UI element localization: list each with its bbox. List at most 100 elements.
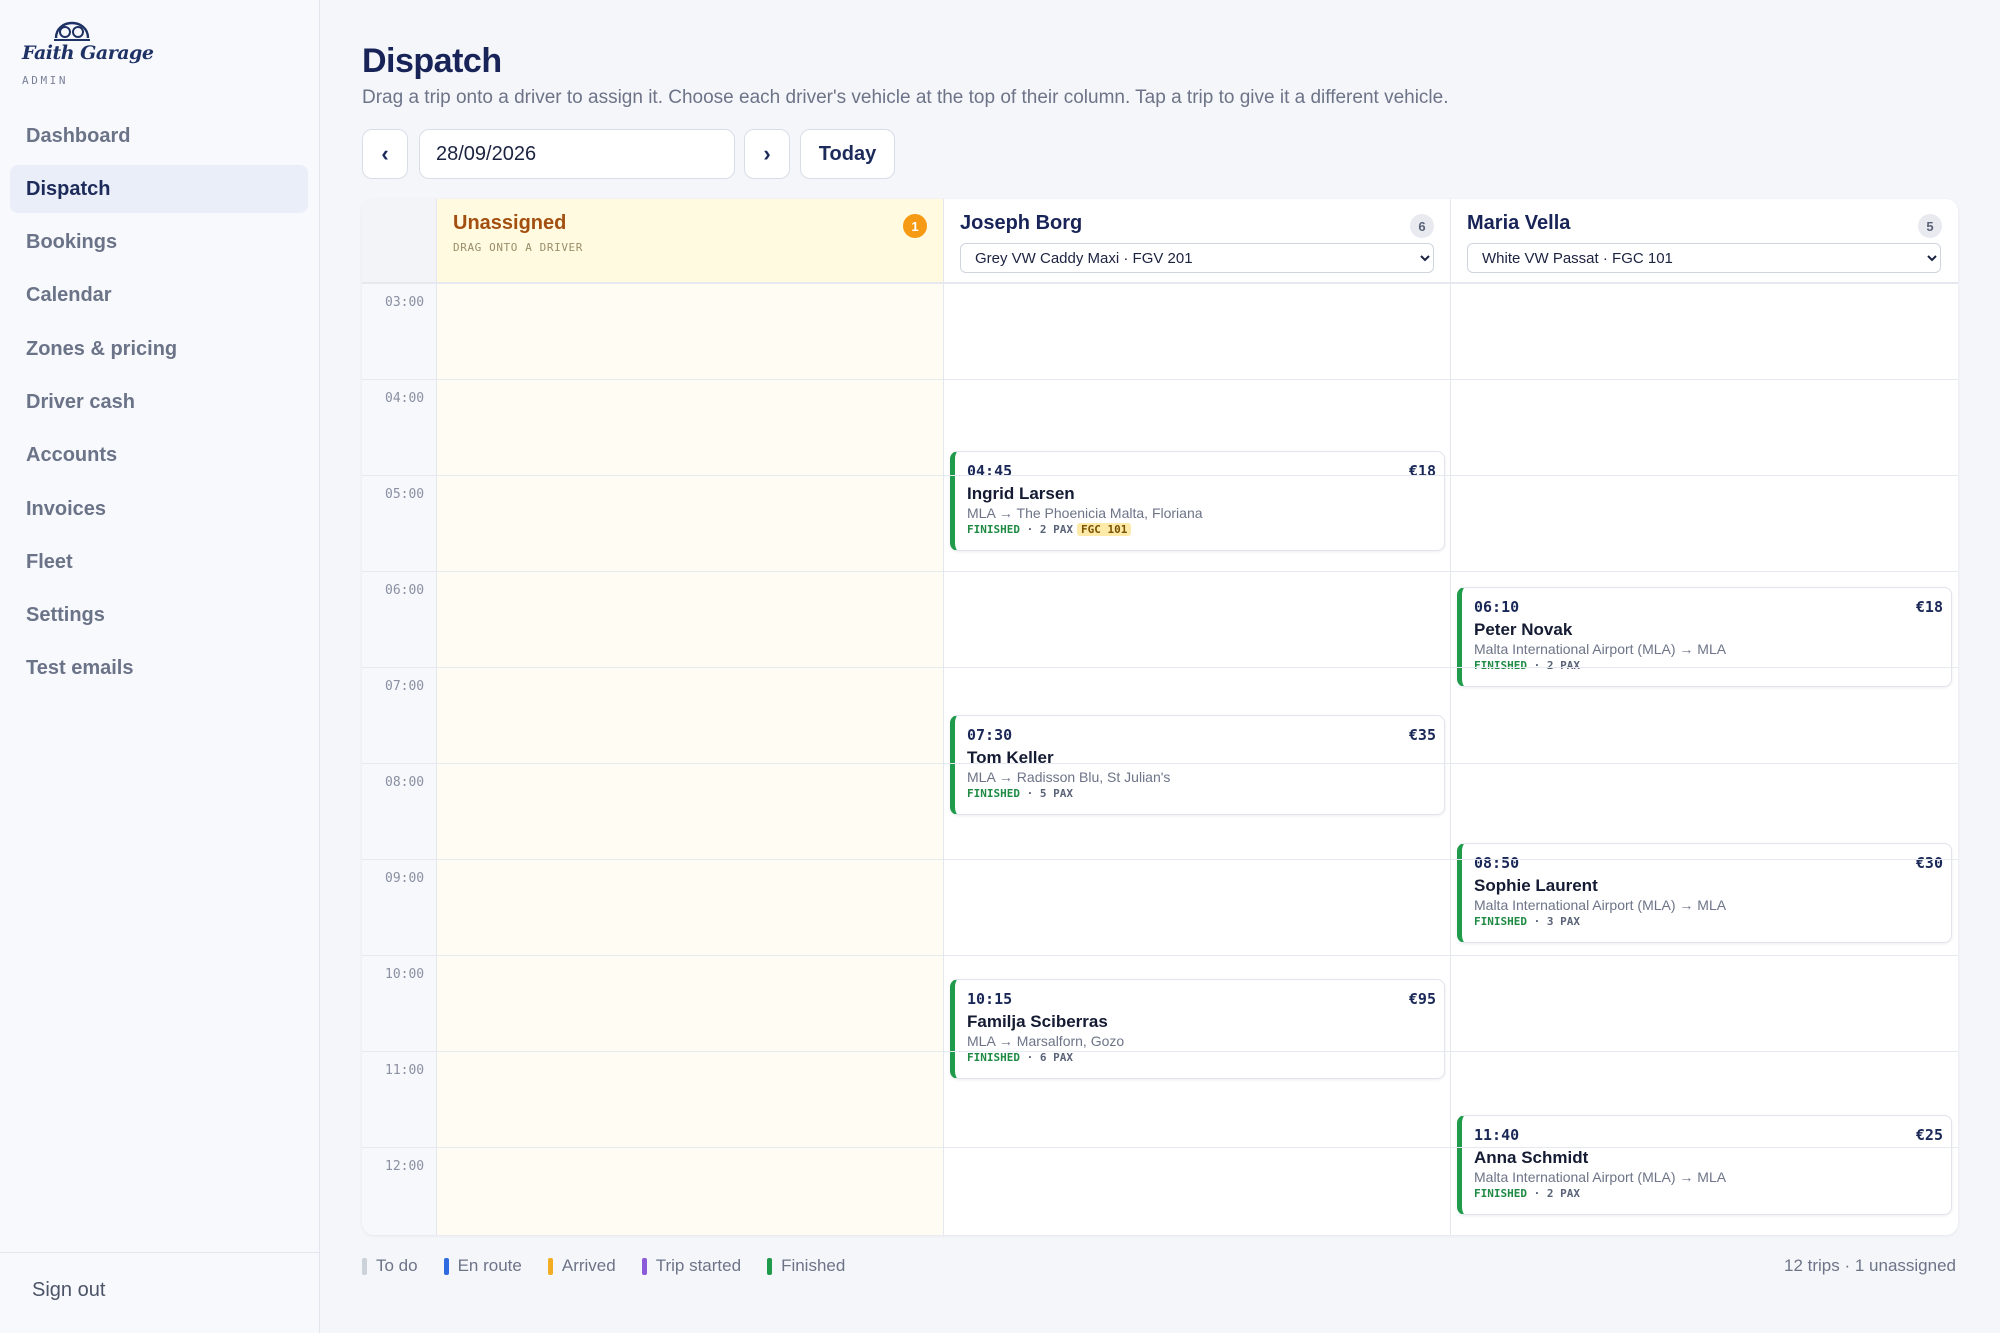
trip-pax: 5 PAX xyxy=(1039,787,1073,800)
hour-label: 03:00 xyxy=(385,295,425,310)
hour-gridline xyxy=(437,859,943,860)
dispatch-board: 03:00 04:00 05:00 06:00 07:00 08:00 09:0… xyxy=(362,199,1958,1235)
trip-card[interactable]: 04:45 €18 Ingrid Larsen MLA → The Phoeni… xyxy=(950,451,1445,551)
hour-gridline xyxy=(362,475,436,476)
hour-label: 06:00 xyxy=(385,583,425,598)
trip-count-badge: 1 xyxy=(903,214,927,238)
hour-gridline xyxy=(1451,283,1958,284)
hour-gridline xyxy=(437,1051,943,1052)
trip-price: €30 xyxy=(1915,854,1943,872)
column-hint: DRAG ONTO A DRIVER xyxy=(453,241,584,254)
sidebar-item-settings[interactable]: Settings xyxy=(10,592,308,640)
vehicle-select[interactable]: White VW Passat · FGC 101 xyxy=(1467,243,1941,273)
hour-gridline xyxy=(362,667,436,668)
date-input[interactable] xyxy=(419,129,735,179)
trip-card[interactable]: 06:10 €18 Peter Novak Malta Internationa… xyxy=(1457,587,1952,687)
status-legend: To do En route Arrived Trip started Fini… xyxy=(362,1256,871,1276)
hour-label: 05:00 xyxy=(385,487,425,502)
legend-label: Trip started xyxy=(655,1256,742,1275)
trip-count-badge: 5 xyxy=(1918,214,1942,238)
hour-gridline xyxy=(1451,475,1958,476)
next-day-button[interactable]: › xyxy=(744,129,790,179)
previous-day-button[interactable]: ‹ xyxy=(362,129,408,179)
trip-meta: FINISHED · 6 PAX xyxy=(967,1051,1073,1064)
sidebar-item-zones-pricing[interactable]: Zones & pricing xyxy=(10,325,308,373)
brand-sub: ADMIN xyxy=(22,74,69,87)
legend-label: Finished xyxy=(781,1256,846,1275)
hour-gridline xyxy=(1451,955,1958,956)
legend-item-to-do: To do xyxy=(362,1256,418,1276)
trip-price: €95 xyxy=(1408,990,1436,1008)
hour-gridline xyxy=(362,1147,436,1148)
sidebar-item-accounts[interactable]: Accounts xyxy=(10,432,308,480)
brand-logo[interactable]: Faith Garage ADMIN xyxy=(20,18,154,90)
trip-time: 08:50 xyxy=(1474,854,1520,872)
hour-gridline xyxy=(362,763,436,764)
sidebar-item-driver-cash[interactable]: Driver cash xyxy=(10,378,308,426)
sidebar-item-dispatch[interactable]: Dispatch xyxy=(10,165,308,214)
hour-gridline xyxy=(362,955,436,956)
sidebar-item-invoices[interactable]: Invoices xyxy=(10,485,308,533)
driver-name: Maria Vella xyxy=(1467,212,1571,234)
sidebar-item-bookings[interactable]: Bookings xyxy=(10,219,308,267)
trip-pax: 2 PAX xyxy=(1546,1187,1580,1200)
hour-gridline xyxy=(944,379,1450,380)
today-button[interactable]: Today xyxy=(800,129,895,179)
hour-label: 12:00 xyxy=(385,1159,425,1174)
trip-pax: 2 PAX xyxy=(1039,523,1073,536)
trip-card[interactable]: 08:50 €30 Sophie Laurent Malta Internati… xyxy=(1457,843,1952,943)
column-unassigned[interactable]: Unassigned DRAG ONTO A DRIVER 1 xyxy=(437,199,944,1235)
hour-gridline xyxy=(1451,1147,1958,1148)
hour-gridline xyxy=(1451,379,1958,380)
trip-route: Malta International Airport (MLA) → MLA xyxy=(1474,641,1727,657)
trip-card[interactable]: 07:30 €35 Tom Keller MLA → Radisson Blu,… xyxy=(950,715,1445,815)
trip-status: FINISHED xyxy=(1474,1187,1527,1200)
trip-count-badge: 6 xyxy=(1410,214,1434,238)
hour-gridline xyxy=(362,571,436,572)
legend-swatch xyxy=(641,1257,647,1275)
trip-meta: FINISHED · 2 PAX xyxy=(1474,1187,1580,1200)
column-driver-maria-vella[interactable]: Maria Vella 5 White VW Passat · FGC 101 … xyxy=(1451,199,1958,1235)
trip-price: €25 xyxy=(1915,1126,1943,1144)
column-driver-joseph-borg[interactable]: Joseph Borg 6 Grey VW Caddy Maxi · FGV 2… xyxy=(944,199,1451,1235)
trip-time: 10:15 xyxy=(967,990,1013,1008)
column-title: Unassigned xyxy=(453,212,567,234)
page-title: Dispatch xyxy=(362,42,502,80)
sign-out-link[interactable]: Sign out xyxy=(32,1279,105,1302)
legend-item-trip-started: Trip started xyxy=(641,1256,742,1276)
hour-gridline xyxy=(944,475,1450,476)
trip-status: FINISHED xyxy=(967,523,1020,536)
trip-card[interactable]: 11:40 €25 Anna Schmidt Malta Internation… xyxy=(1457,1115,1952,1215)
trip-customer: Peter Novak xyxy=(1474,620,1573,639)
hour-gridline xyxy=(437,763,943,764)
hour-gridline xyxy=(437,571,943,572)
trip-card[interactable]: 10:15 €95 Familja Sciberras MLA → Marsal… xyxy=(950,979,1445,1079)
sidebar-item-calendar[interactable]: Calendar xyxy=(10,272,308,320)
trip-meta: FINISHED · 2 PAX FGC 101 xyxy=(967,523,1132,536)
column-header-maria-vella: Maria Vella 5 White VW Passat · FGC 101 xyxy=(1451,199,1958,283)
vehicle-select[interactable]: Grey VW Caddy Maxi · FGV 201 xyxy=(960,243,1434,273)
hour-gridline xyxy=(437,379,943,380)
trip-meta: FINISHED · 5 PAX xyxy=(967,787,1073,800)
sidebar-item-fleet[interactable]: Fleet xyxy=(10,538,308,586)
legend-swatch xyxy=(767,1257,773,1275)
trip-meta: FINISHED · 3 PAX xyxy=(1474,915,1580,928)
sidebar-item-test-emails[interactable]: Test emails xyxy=(10,645,308,693)
hour-gridline xyxy=(362,859,436,860)
hour-gridline xyxy=(362,1051,436,1052)
hour-gridline xyxy=(1451,763,1958,764)
hour-gridline xyxy=(944,1051,1450,1052)
legend-label: To do xyxy=(376,1256,418,1275)
page-subtitle: Drag a trip onto a driver to assign it. … xyxy=(362,87,1449,108)
hour-gridline xyxy=(1451,667,1958,668)
trip-pax: 6 PAX xyxy=(1039,1051,1073,1064)
hour-gridline xyxy=(1451,859,1958,860)
hour-gridline xyxy=(944,283,1450,284)
hour-gridline xyxy=(944,955,1450,956)
trip-pax: 2 PAX xyxy=(1546,659,1580,672)
legend-swatch xyxy=(443,1257,449,1275)
legend-swatch xyxy=(362,1257,367,1275)
hour-label: 11:00 xyxy=(385,1063,425,1078)
sidebar-item-dashboard[interactable]: Dashboard xyxy=(10,112,308,160)
hour-gridline xyxy=(944,1147,1450,1148)
